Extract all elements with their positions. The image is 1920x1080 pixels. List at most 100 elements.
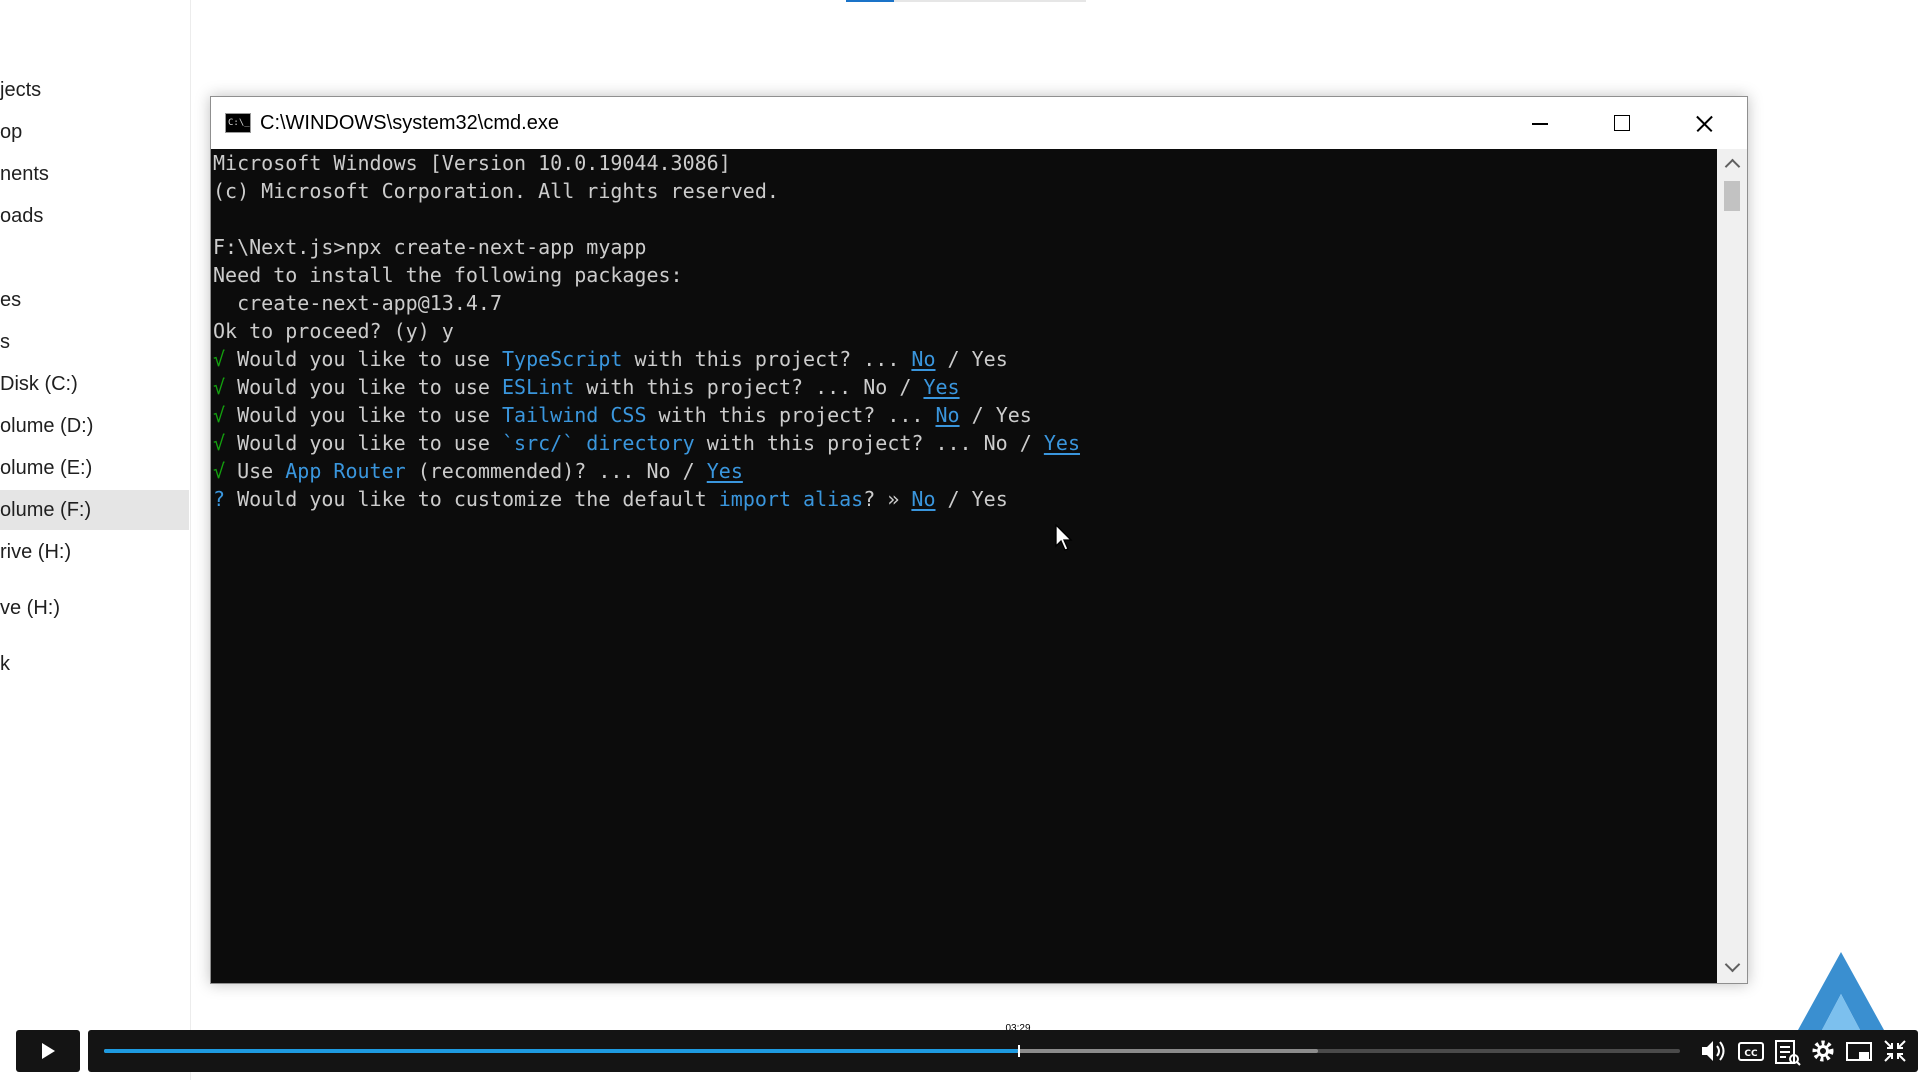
sidebar-item-label: es xyxy=(0,289,22,311)
prompt-typescript: √ Would you like to use TypeScript with … xyxy=(213,345,1008,373)
prompt-src-directory: √ Would you like to use `src/` directory… xyxy=(213,429,1080,457)
sidebar-item-desktop[interactable]: op xyxy=(0,112,189,152)
sidebar-item-label: op xyxy=(0,121,23,143)
picture-in-picture-button[interactable] xyxy=(1844,1035,1874,1067)
sidebar-item-pictures[interactable]: es xyxy=(0,280,189,320)
answer-no: No xyxy=(911,347,936,371)
answer-no: No xyxy=(935,403,960,427)
prompt-highlight: Tailwind CSS xyxy=(502,403,647,427)
transcript-icon xyxy=(1775,1040,1801,1066)
prompt-text: Use xyxy=(225,459,286,483)
prompt-text: Would you like to customize the default xyxy=(225,487,719,511)
window-title: C:\WINDOWS\system32\cmd.exe xyxy=(260,112,559,134)
prompt-text: with this project? ... xyxy=(622,347,912,371)
check-icon: √ xyxy=(213,403,226,427)
maximize-button[interactable] xyxy=(1581,97,1663,149)
answer-separator: / xyxy=(1007,431,1044,455)
progress-bar[interactable] xyxy=(104,1045,1680,1057)
captions-button[interactable]: CC xyxy=(1736,1035,1766,1067)
sidebar-item-drive-h-2[interactable]: ve (H:) xyxy=(0,588,189,628)
volume-button[interactable] xyxy=(1698,1035,1728,1067)
scroll-up-arrow-icon[interactable] xyxy=(1717,149,1747,179)
sidebar-item-downloads[interactable]: oads xyxy=(0,196,189,236)
scroll-down-arrow-icon[interactable] xyxy=(1717,953,1747,983)
question-icon: ? xyxy=(213,487,226,511)
answer-yes[interactable]: Yes xyxy=(972,487,1008,511)
sidebar-item-label: Disk (C:) xyxy=(0,373,78,395)
console-output[interactable]: Microsoft Windows [Version 10.0.19044.30… xyxy=(211,149,1717,983)
prompt-text: ? » xyxy=(863,487,912,511)
sidebar-item-volume-e[interactable]: olume (E:) xyxy=(0,448,189,488)
answer-no: No xyxy=(646,459,671,483)
prompt-text: with this project? ... xyxy=(574,375,864,399)
minimize-button[interactable] xyxy=(1499,97,1581,149)
sidebar-item-documents[interactable]: nents xyxy=(0,154,189,194)
prompt-highlight: import alias xyxy=(718,487,864,511)
answer-yes: Yes xyxy=(995,403,1032,427)
sidebar-item-videos[interactable]: s xyxy=(0,322,189,362)
sidebar-item-label: oads xyxy=(0,205,44,227)
prompt-highlight: App Router xyxy=(285,459,406,483)
prompt-app-router: √ Use App Router (recommended)? ... No /… xyxy=(213,457,743,485)
console-scrollbar[interactable] xyxy=(1717,149,1747,983)
exit-fullscreen-button[interactable] xyxy=(1880,1035,1910,1067)
answer-separator: / xyxy=(887,375,924,399)
answer-yes: Yes xyxy=(1043,431,1080,455)
console-line: Ok to proceed? (y) y xyxy=(213,319,454,343)
cmd-window: C:\_ C:\WINDOWS\system32\cmd.exe Microso… xyxy=(210,96,1748,984)
transcript-button[interactable] xyxy=(1772,1035,1802,1067)
check-icon: √ xyxy=(213,347,226,371)
settings-button[interactable] xyxy=(1808,1035,1838,1067)
sidebar-item-label: nents xyxy=(0,163,49,185)
progress-scrubber[interactable] xyxy=(1018,1045,1020,1057)
sidebar-item-label: jects xyxy=(0,79,42,101)
answer-separator: / xyxy=(935,487,972,511)
sidebar-item-volume-f[interactable]: olume (F:) xyxy=(0,490,189,530)
window-titlebar[interactable]: C:\_ C:\WINDOWS\system32\cmd.exe xyxy=(211,97,1747,149)
console-line: Microsoft Windows [Version 10.0.19044.30… xyxy=(213,151,731,175)
console-line: F:\Next.js>npx create-next-app myapp xyxy=(213,235,647,259)
svg-text:CC: CC xyxy=(1744,1049,1758,1059)
check-icon: √ xyxy=(213,431,226,455)
prompt-highlight: ESLint xyxy=(502,375,575,399)
play-button[interactable] xyxy=(16,1030,80,1072)
sidebar-item-label: ve (H:) xyxy=(0,597,60,619)
sidebar-item-label: olume (E:) xyxy=(0,457,93,479)
scroll-thumb[interactable] xyxy=(1724,181,1740,211)
sidebar-item-label: olume (D:) xyxy=(0,415,94,437)
check-icon: √ xyxy=(213,375,226,399)
sidebar-item-objects[interactable]: jects xyxy=(0,70,189,110)
console-line: Need to install the following packages: xyxy=(213,263,683,287)
sidebar-item-label: k xyxy=(0,653,10,675)
volume-icon xyxy=(1702,1041,1725,1061)
progress-played xyxy=(104,1049,1018,1053)
prompt-text: (recommended)? ... xyxy=(405,459,647,483)
prompt-text: Would you like to use xyxy=(225,375,502,399)
mouse-pointer-icon xyxy=(1055,524,1073,551)
prompt-import-alias[interactable]: ? Would you like to customize the defaul… xyxy=(213,485,1008,513)
sidebar-item-volume-d[interactable]: olume (D:) xyxy=(0,406,189,446)
sidebar-item-network[interactable]: k xyxy=(0,644,189,684)
top-tab-strip-accent xyxy=(846,0,894,2)
explorer-navigation-pane: jects op nents oads es s Disk (C:) olume… xyxy=(0,0,191,1080)
sidebar-item-label: olume (F:) xyxy=(0,499,92,521)
play-icon xyxy=(42,1043,55,1059)
minimize-icon xyxy=(1532,123,1548,125)
prompt-text: Would you like to use xyxy=(225,347,502,371)
prompt-tailwind: √ Would you like to use Tailwind CSS wit… xyxy=(213,401,1032,429)
close-button[interactable] xyxy=(1663,97,1745,149)
picture-in-picture-icon xyxy=(1846,1042,1872,1061)
maximize-icon xyxy=(1614,115,1630,131)
answer-separator: / xyxy=(959,403,996,427)
answer-no[interactable]: No xyxy=(911,487,935,511)
answer-separator: / xyxy=(935,347,972,371)
answer-yes: Yes xyxy=(923,375,960,399)
prompt-text: with this project? ... xyxy=(694,431,984,455)
sidebar-item-label: rive (H:) xyxy=(0,541,72,563)
sidebar-item-local-disk-c[interactable]: Disk (C:) xyxy=(0,364,189,404)
sidebar-item-drive-h[interactable]: rive (H:) xyxy=(0,532,189,572)
close-icon xyxy=(1696,115,1713,132)
sidebar-item-label: s xyxy=(0,331,10,353)
console-line: (c) Microsoft Corporation. All rights re… xyxy=(213,179,779,203)
cmd-app-icon[interactable]: C:\_ xyxy=(225,113,251,133)
